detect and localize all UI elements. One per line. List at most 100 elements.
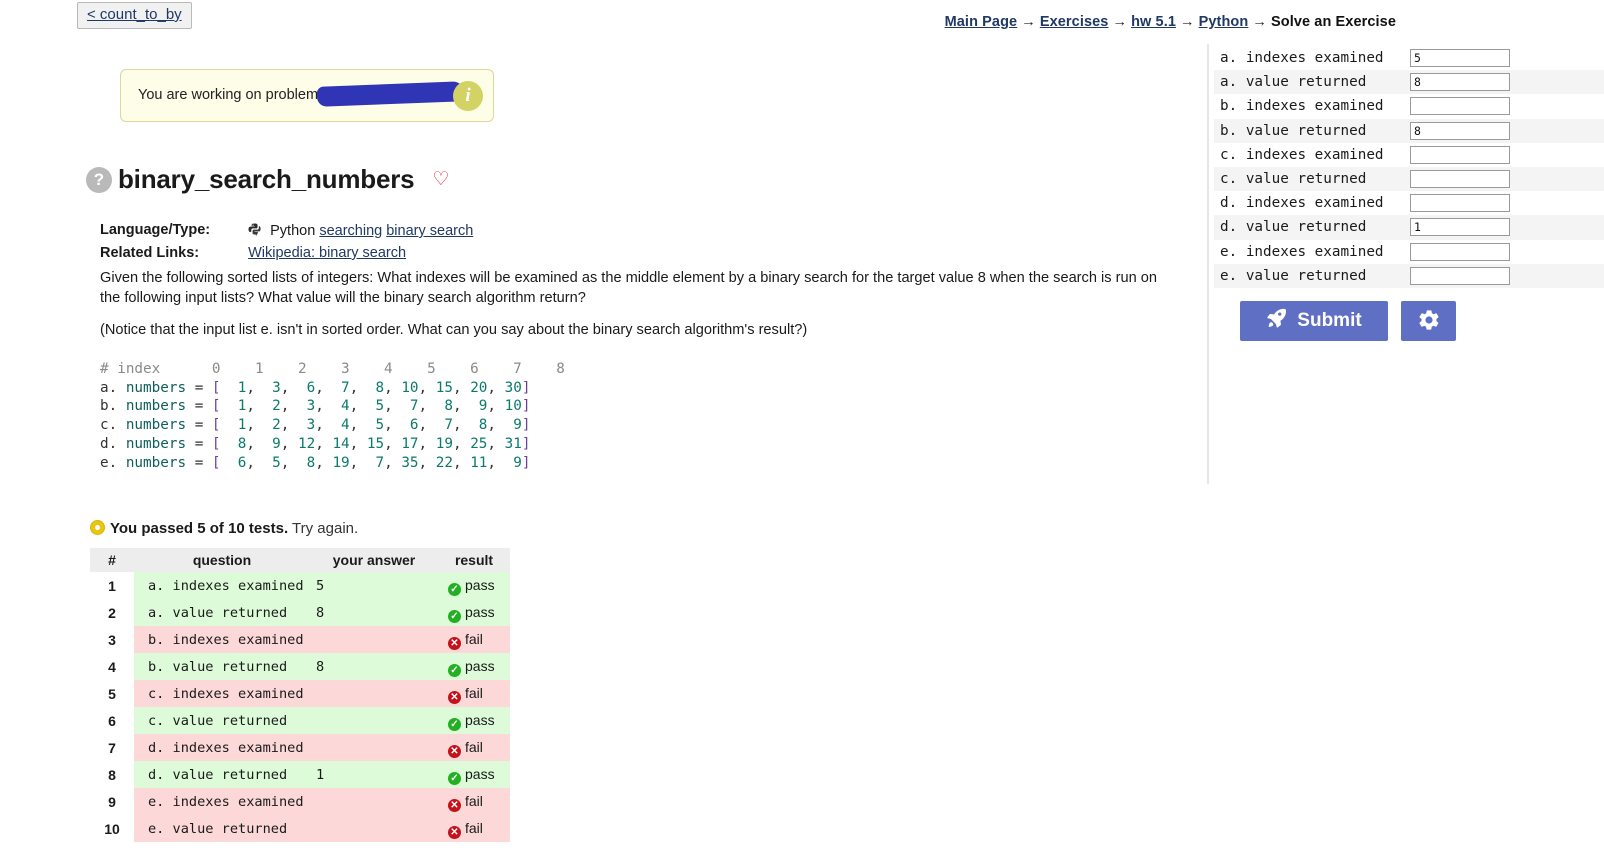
table-row: 1 a. indexes examined 5 ✓ pass — [90, 572, 510, 599]
language-type-label: Language/Type: — [100, 222, 211, 238]
page-title: binary_search_numbers — [118, 164, 415, 194]
row-number: 9 — [90, 788, 134, 815]
column-header-result: result — [438, 548, 510, 572]
answer-label-d-indexes-examined: d. indexes examined — [1220, 195, 1384, 212]
status-passed-text: You passed 5 of 10 tests. — [110, 520, 289, 537]
result-label: pass — [465, 577, 495, 593]
settings-button[interactable] — [1401, 301, 1456, 341]
row-your-answer — [310, 734, 438, 761]
answer-row-e-indexes-examined: e. indexes examined — [1214, 240, 1604, 264]
row-result: ✕ fail — [438, 626, 510, 653]
breadcrumb-item-main-page[interactable]: Main Page — [945, 14, 1018, 30]
breadcrumb: Main Page → Exercises → hw 5.1 → Python → Solve … — [945, 14, 1396, 30]
result-label: fail — [465, 685, 483, 701]
row-number: 8 — [90, 761, 134, 788]
row-question: b. indexes examined — [134, 626, 310, 653]
breadcrumb-separator: → — [1112, 14, 1128, 30]
prompt-paragraph-2: (Notice that the input list e. isn't in … — [100, 322, 808, 338]
answer-label-c-indexes-examined: c. indexes examined — [1220, 146, 1384, 163]
submit-button-label: Submit — [1297, 310, 1362, 331]
answer-label-b-value-returned: b. value returned — [1220, 122, 1367, 139]
answer-input-d-indexes-examined[interactable] — [1410, 194, 1510, 213]
exercise-prompt: Given the following sorted lists of inte… — [100, 269, 1175, 354]
row-result: ✕ fail — [438, 680, 510, 707]
favorite-heart-icon[interactable]: ♡ — [432, 170, 449, 189]
language-type-value: Python searching binary search — [248, 221, 473, 244]
row-your-answer — [310, 707, 438, 734]
table-header-row: # question your answer result — [90, 548, 510, 572]
table-row: 6 c. value returned ✓ pass — [90, 707, 510, 734]
tag-link-binary-search[interactable]: binary search — [386, 223, 473, 239]
row-number: 6 — [90, 707, 134, 734]
test-results-table: # question your answer result 1 a. indexe… — [90, 548, 510, 842]
table-row: 10 e. value returned ✕ fail — [90, 815, 510, 842]
row-result: ✓ pass — [438, 653, 510, 680]
row-result: ✓ pass — [438, 707, 510, 734]
answer-row-c-indexes-examined: c. indexes examined — [1214, 143, 1604, 167]
answer-input-a-indexes-examined[interactable] — [1410, 49, 1510, 68]
info-icon: i — [453, 81, 483, 111]
row-your-answer: 8 — [310, 653, 438, 680]
row-result: ✓ pass — [438, 761, 510, 788]
answer-input-c-indexes-examined[interactable] — [1410, 145, 1510, 164]
row-number: 2 — [90, 599, 134, 626]
breadcrumb-separator: → — [1180, 14, 1195, 30]
result-label: pass — [465, 658, 495, 674]
answer-row-b-value-returned: b. value returned — [1214, 118, 1604, 143]
table-row: 2 a. value returned 8 ✓ pass — [90, 599, 510, 626]
row-number: 3 — [90, 626, 134, 653]
result-label: pass — [465, 712, 495, 728]
answer-input-a-value-returned[interactable] — [1410, 73, 1510, 92]
breadcrumb-item-python[interactable]: Python — [1199, 14, 1249, 30]
banner-text: You are working on problem s — [138, 87, 330, 103]
row-your-answer: 8 — [310, 599, 438, 626]
test-result-status: You passed 5 of 10 tests. Try again. — [90, 518, 358, 537]
redaction-mark — [316, 81, 466, 107]
answer-input-panel: a. indexes examined a. value returned b. i… — [1214, 46, 1604, 288]
answer-input-c-value-returned[interactable] — [1410, 170, 1510, 189]
table-row: 8 d. value returned 1 ✓ pass — [90, 761, 510, 788]
answer-input-d-value-returned[interactable] — [1410, 218, 1510, 237]
row-number: 1 — [90, 572, 134, 599]
exercise-page: < count_to_by Main Page → Exercises → hw 5.1… — [0, 0, 1604, 853]
fail-cross-icon: ✕ — [448, 691, 461, 704]
answer-row-e-value-returned: e. value returned — [1214, 263, 1604, 288]
answer-input-b-value-returned[interactable] — [1410, 121, 1510, 140]
breadcrumb-item-hw-5-1[interactable]: hw 5.1 — [1131, 14, 1176, 30]
pass-check-icon: ✓ — [448, 772, 461, 785]
result-label: pass — [465, 766, 495, 782]
table-row: 3 b. indexes examined ✕ fail — [90, 626, 510, 653]
row-your-answer — [310, 626, 438, 653]
fail-cross-icon: ✕ — [448, 745, 461, 758]
answer-row-b-indexes-examined: b. indexes examined — [1214, 94, 1604, 118]
related-links-value: Wikipedia: binary search — [248, 244, 473, 266]
answer-input-e-value-returned[interactable] — [1410, 266, 1510, 285]
tag-link-searching[interactable]: searching — [319, 223, 382, 239]
related-link-wikipedia[interactable]: Wikipedia: binary search — [248, 245, 406, 261]
python-logo-icon — [248, 223, 262, 237]
row-question: a. value returned — [134, 599, 310, 626]
answer-input-e-indexes-examined[interactable] — [1410, 242, 1510, 261]
answer-label-e-indexes-examined: e. indexes examined — [1220, 243, 1384, 260]
row-number: 10 — [90, 815, 134, 842]
answer-row-d-indexes-examined: d. indexes examined — [1214, 191, 1604, 215]
breadcrumb-item-solve-an-exercise: Solve an Exercise — [1270, 14, 1396, 30]
answer-input-b-indexes-examined[interactable] — [1410, 97, 1510, 116]
language-name: Python — [270, 223, 316, 239]
row-number: 4 — [90, 653, 134, 680]
result-label: fail — [465, 631, 483, 647]
pass-check-icon: ✓ — [448, 583, 461, 596]
fail-cross-icon: ✕ — [448, 826, 461, 839]
help-icon[interactable]: ? — [86, 166, 112, 193]
row-question: d. value returned — [134, 761, 310, 788]
result-label: fail — [465, 820, 483, 836]
pass-check-icon: ✓ — [448, 718, 461, 731]
submit-button[interactable]: Submit — [1240, 301, 1388, 341]
breadcrumb-item-exercises[interactable]: Exercises — [1040, 14, 1109, 30]
answer-label-e-value-returned: e. value returned — [1220, 267, 1367, 284]
back-to-previous-exercise-button[interactable]: < count_to_by — [77, 2, 192, 29]
related-links-label: Related Links: — [100, 245, 200, 261]
row-question: e. value returned — [134, 815, 310, 842]
result-label: fail — [465, 793, 483, 809]
rocket-icon — [1266, 307, 1288, 335]
